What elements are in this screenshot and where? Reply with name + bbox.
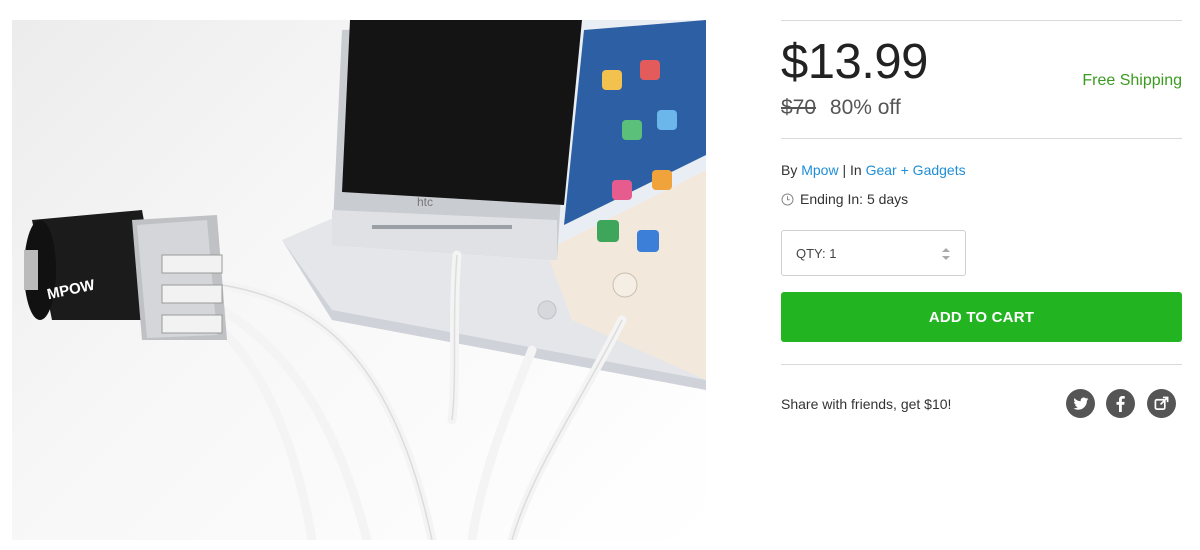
- ending-text: Ending In: 5 days: [800, 191, 909, 207]
- in-label: In: [850, 162, 862, 178]
- htc-phone: htc: [332, 20, 582, 260]
- product-meta: By Mpow | In Gear + Gadgets: [781, 162, 966, 178]
- original-price-line: $70 80% off: [781, 96, 901, 120]
- share-button[interactable]: [1147, 389, 1176, 418]
- price-divider: [781, 138, 1182, 139]
- sale-price: $13.99: [781, 35, 928, 89]
- facebook-icon: [1116, 395, 1125, 412]
- htc-logo-text: htc: [417, 195, 433, 209]
- share-icon: [1154, 396, 1169, 410]
- quantity-select[interactable]: QTY: 1: [781, 230, 966, 276]
- brand-link[interactable]: Mpow: [801, 162, 838, 178]
- free-shipping-label: Free Shipping: [1082, 72, 1182, 89]
- discount-label: 80% off: [829, 96, 901, 119]
- quantity-label: QTY: 1: [796, 245, 837, 261]
- share-divider: [781, 364, 1182, 365]
- share-text: Share with friends, get $10!: [781, 396, 952, 412]
- clock-icon: [781, 193, 794, 205]
- meta-separator: |: [842, 162, 847, 178]
- by-label: By: [781, 162, 798, 178]
- add-to-cart-button[interactable]: ADD TO CART: [781, 292, 1182, 342]
- product-image: htc MPOW: [12, 20, 706, 540]
- original-price: $70: [781, 96, 817, 119]
- twitter-icon: [1072, 397, 1088, 410]
- product-panel: $13.99 Free Shipping $70 80% off By Mpow…: [781, 0, 1182, 550]
- top-divider: [781, 20, 1182, 21]
- car-charger: MPOW: [24, 210, 227, 340]
- twitter-button[interactable]: [1066, 389, 1095, 418]
- ending-info: Ending In: 5 days: [781, 191, 908, 207]
- updown-arrows-icon: [942, 248, 950, 260]
- category-link[interactable]: Gear + Gadgets: [866, 162, 966, 178]
- facebook-button[interactable]: [1106, 389, 1135, 418]
